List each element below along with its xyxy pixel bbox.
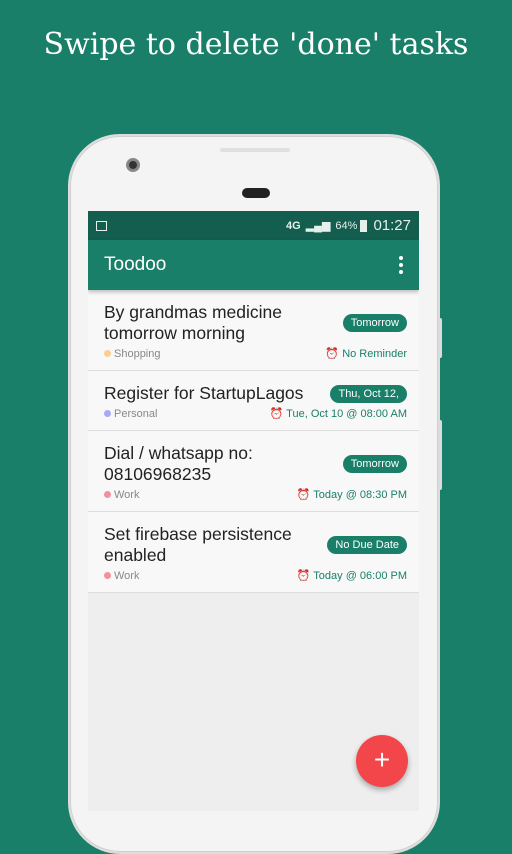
- task-item[interactable]: Set firebase persistence enabled No Due D…: [88, 512, 419, 593]
- task-category: Work: [104, 569, 139, 582]
- task-title: Dial / whatsapp no: 08106968235: [104, 443, 253, 484]
- add-task-button[interactable]: +: [356, 735, 408, 787]
- reminder-label: Today @ 08:30 PM: [313, 489, 407, 501]
- phone-speaker: [242, 188, 270, 198]
- category-label: Shopping: [114, 347, 161, 360]
- category-dot-icon: [104, 572, 111, 579]
- reminder-label: Today @ 06:00 PM: [313, 570, 407, 582]
- reminder-label: No Reminder: [342, 348, 407, 360]
- category-dot-icon: [104, 410, 111, 417]
- due-date-badge: No Due Date: [327, 536, 407, 554]
- task-title: Register for StartupLagos: [104, 383, 304, 403]
- due-date-badge: Thu, Oct 12,: [330, 384, 407, 403]
- phone-earpiece: [220, 148, 290, 152]
- alarm-icon: ⏰: [325, 348, 340, 360]
- task-item[interactable]: Dial / whatsapp no: 08106968235 Tomorrow …: [88, 431, 419, 512]
- category-label: Work: [114, 488, 140, 501]
- reminder: ⏰ No Reminder: [325, 347, 407, 360]
- category-dot-icon: [104, 350, 111, 357]
- volume-button: [438, 318, 442, 358]
- network-label: 4G: [286, 219, 301, 232]
- task-title: Set firebase persistence enabled: [104, 524, 292, 565]
- image-notification-icon: [96, 220, 107, 231]
- camera-icon: [126, 158, 140, 172]
- reminder-label: Tue, Oct 10 @ 08:00 AM: [286, 408, 407, 420]
- category-label: Personal: [114, 407, 158, 420]
- reminder: ⏰ Today @ 08:30 PM: [297, 488, 407, 501]
- reminder: ⏰ Today @ 06:00 PM: [297, 569, 407, 582]
- clock: 01:27: [373, 217, 411, 234]
- power-button: [438, 420, 442, 490]
- task-category: Personal: [104, 407, 157, 420]
- due-date-badge: Tomorrow: [342, 314, 407, 332]
- alarm-icon: ⏰: [269, 408, 284, 420]
- toolbar: Toodoo: [88, 240, 419, 290]
- due-date-badge: Tomorrow: [342, 455, 407, 473]
- app-screen: 4G ▂▄▆ 64% 01:27 Toodoo By grandmas medi…: [88, 211, 419, 811]
- app-title: Toodoo: [104, 254, 167, 275]
- battery-icon: [360, 219, 368, 232]
- signal-icon: ▂▄▆: [305, 220, 331, 232]
- status-bar: 4G ▂▄▆ 64% 01:27: [88, 211, 419, 240]
- task-item[interactable]: By grandmas medicine tomorrow morning Tom…: [88, 290, 419, 371]
- reminder: ⏰ Tue, Oct 10 @ 08:00 AM: [270, 407, 407, 420]
- alarm-icon: ⏰: [296, 570, 311, 582]
- task-title: By grandmas medicine tomorrow morning: [104, 302, 282, 343]
- battery-label: 64%: [335, 219, 358, 232]
- headline: Swipe to delete 'done' tasks: [43, 27, 469, 62]
- more-vert-icon[interactable]: [399, 256, 403, 274]
- category-dot-icon: [104, 491, 111, 498]
- task-item[interactable]: Register for StartupLagos Thu, Oct 12, Pe…: [88, 371, 419, 431]
- task-list: By grandmas medicine tomorrow morning Tom…: [88, 290, 419, 593]
- category-label: Work: [114, 569, 140, 582]
- alarm-icon: ⏰: [296, 489, 311, 501]
- task-category: Shopping: [104, 347, 161, 360]
- task-category: Work: [104, 488, 139, 501]
